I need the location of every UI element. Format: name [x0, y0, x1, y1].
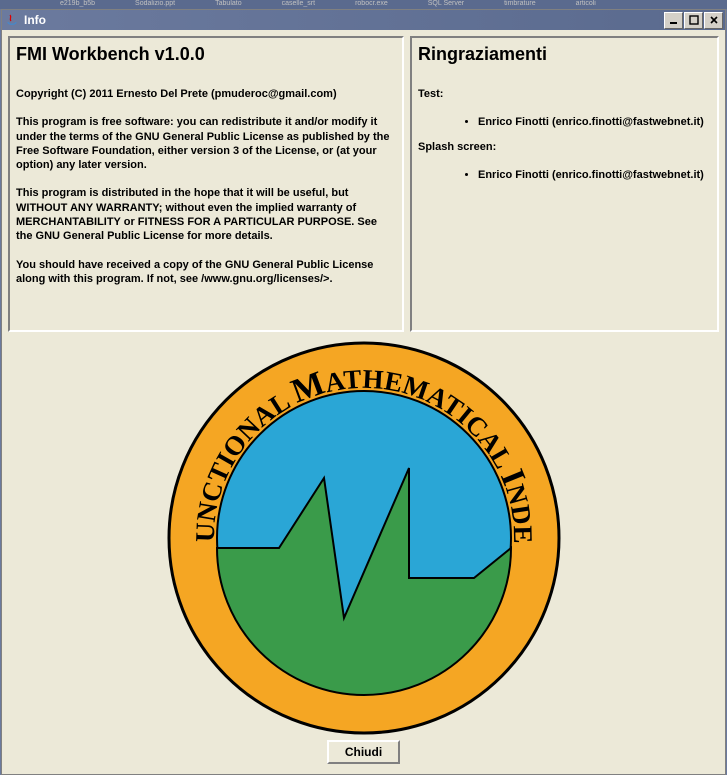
splash-credit: Enrico Finotti (enrico.finotti@fastwebne… [478, 168, 711, 182]
test-label: Test: [418, 87, 711, 101]
desktop-taskbar: e219b_b5bSodalizio.pptTabulatocaselle_sr… [0, 0, 727, 9]
credits-panel: Ringraziamenti Test: Enrico Finotti (enr… [410, 36, 719, 332]
fmi-logo: FUNCTIONAL MATHEMATICAL INDEX [164, 338, 564, 738]
window-content: FMI Workbench v1.0.0 Copyright (C) 2011 … [2, 30, 725, 774]
splash-label: Splash screen: [418, 140, 711, 154]
test-credit: Enrico Finotti (enrico.finotti@fastwebne… [478, 115, 711, 129]
minimize-button[interactable] [664, 12, 683, 29]
info-window: Info FMI Workbench v1.0.0 Copyright (C) … [1, 9, 726, 775]
titlebar: Info [2, 10, 725, 30]
copyright-text: Copyright (C) 2011 Ernesto Del Prete (pm… [16, 87, 396, 101]
about-panel: FMI Workbench v1.0.0 Copyright (C) 2011 … [8, 36, 404, 332]
license-paragraph-3: You should have received a copy of the G… [16, 258, 396, 287]
close-button[interactable]: Chiudi [327, 740, 400, 764]
license-paragraph-2: This program is distributed in the hope … [16, 186, 396, 243]
close-window-button[interactable] [704, 12, 723, 29]
app-title: FMI Workbench v1.0.0 [16, 44, 396, 65]
window-title: Info [24, 13, 664, 27]
maximize-button[interactable] [684, 12, 703, 29]
java-icon [4, 12, 20, 28]
license-paragraph-1: This program is free software: you can r… [16, 115, 396, 172]
logo-area: FUNCTIONAL MATHEMATICAL INDEX [8, 332, 719, 740]
credits-title: Ringraziamenti [418, 44, 711, 65]
